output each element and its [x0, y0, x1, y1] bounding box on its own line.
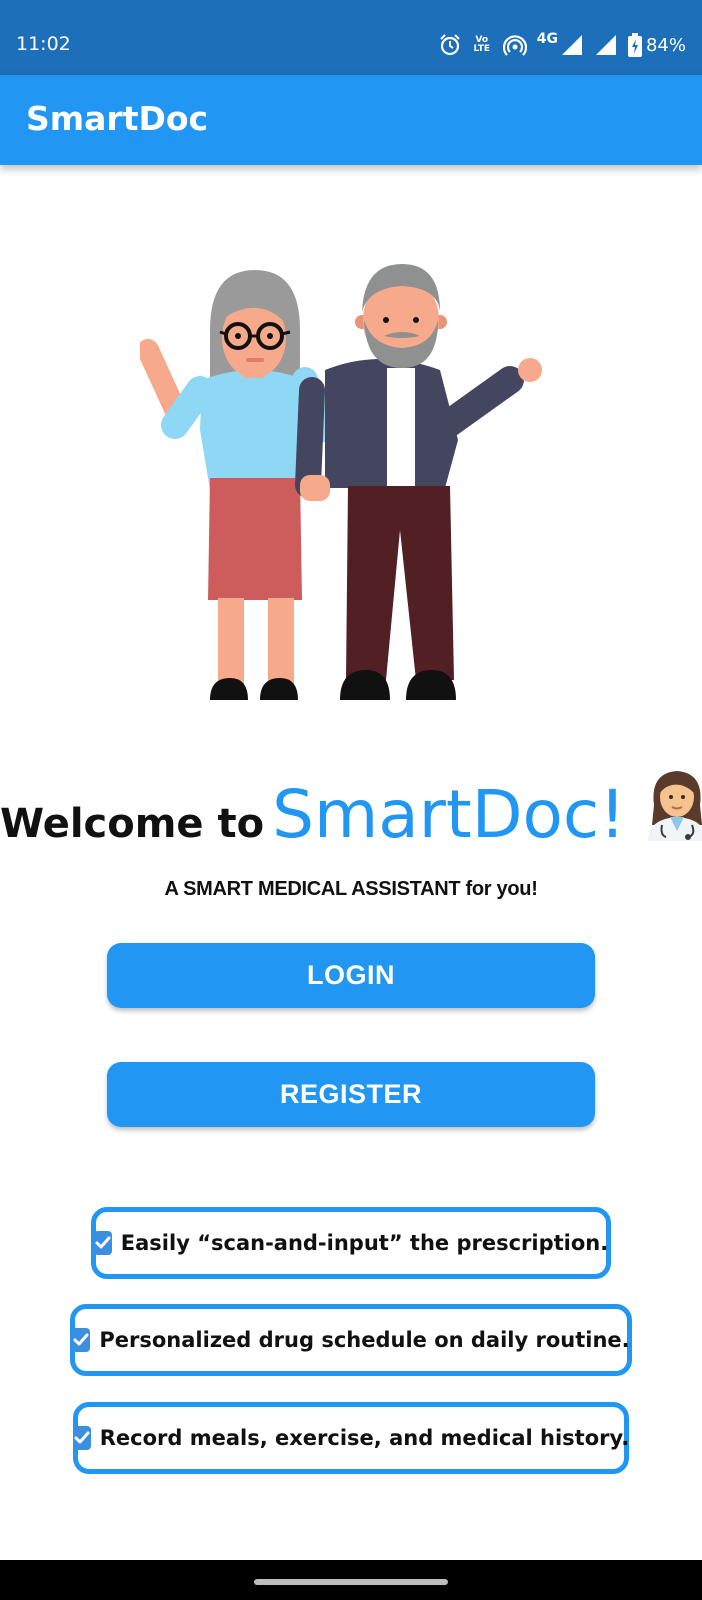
register-button[interactable]: REGISTER: [107, 1062, 595, 1127]
elderly-couple-illustration: [140, 264, 542, 700]
checkbox-checked-icon: [72, 1328, 91, 1352]
status-time: 11:02: [16, 33, 71, 55]
home-gesture-handle[interactable]: [254, 1579, 448, 1585]
welcome-prefix: Welcome to: [0, 801, 265, 847]
login-button[interactable]: LOGIN: [107, 943, 595, 1008]
tagline: A SMART MEDICAL ASSISTANT for you!: [164, 878, 538, 900]
volte-icon: Vo LTE: [473, 35, 491, 54]
feature-item: Easily “scan-and-input” the prescription…: [91, 1207, 611, 1279]
signal-icon: [561, 35, 582, 55]
app-title: SmartDoc: [26, 99, 209, 138]
status-icons: Vo LTE 4G 84%: [439, 30, 686, 60]
checkbox-checked-icon: [93, 1231, 112, 1255]
navigation-bar: [0, 1560, 702, 1600]
welcome-brand: SmartDoc!: [272, 776, 626, 853]
checkbox-checked-icon: [72, 1426, 91, 1450]
battery-percent: 84%: [645, 34, 686, 56]
app-bar: SmartDoc: [0, 75, 702, 165]
feature-text: Record meals, exercise, and medical hist…: [99, 1426, 630, 1450]
feature-text: Personalized drug schedule on daily rout…: [99, 1328, 630, 1352]
signal-icon-2: [595, 35, 616, 55]
health-worker-woman-icon: [647, 771, 702, 841]
network-type: 4G: [536, 31, 558, 47]
man-figure: [295, 264, 542, 700]
status-bar: 11:02 Vo LTE 4G 84%: [0, 0, 702, 75]
alarm-icon: [440, 34, 460, 56]
feature-text: Easily “scan-and-input” the prescription…: [120, 1231, 609, 1255]
feature-item: Record meals, exercise, and medical hist…: [72, 1402, 630, 1474]
hotspot-icon: [502, 35, 527, 56]
feature-item: Personalized drug schedule on daily rout…: [70, 1304, 632, 1376]
welcome-heading: Welcome to SmartDoc!: [0, 765, 702, 853]
battery-charging-icon: [627, 33, 642, 57]
